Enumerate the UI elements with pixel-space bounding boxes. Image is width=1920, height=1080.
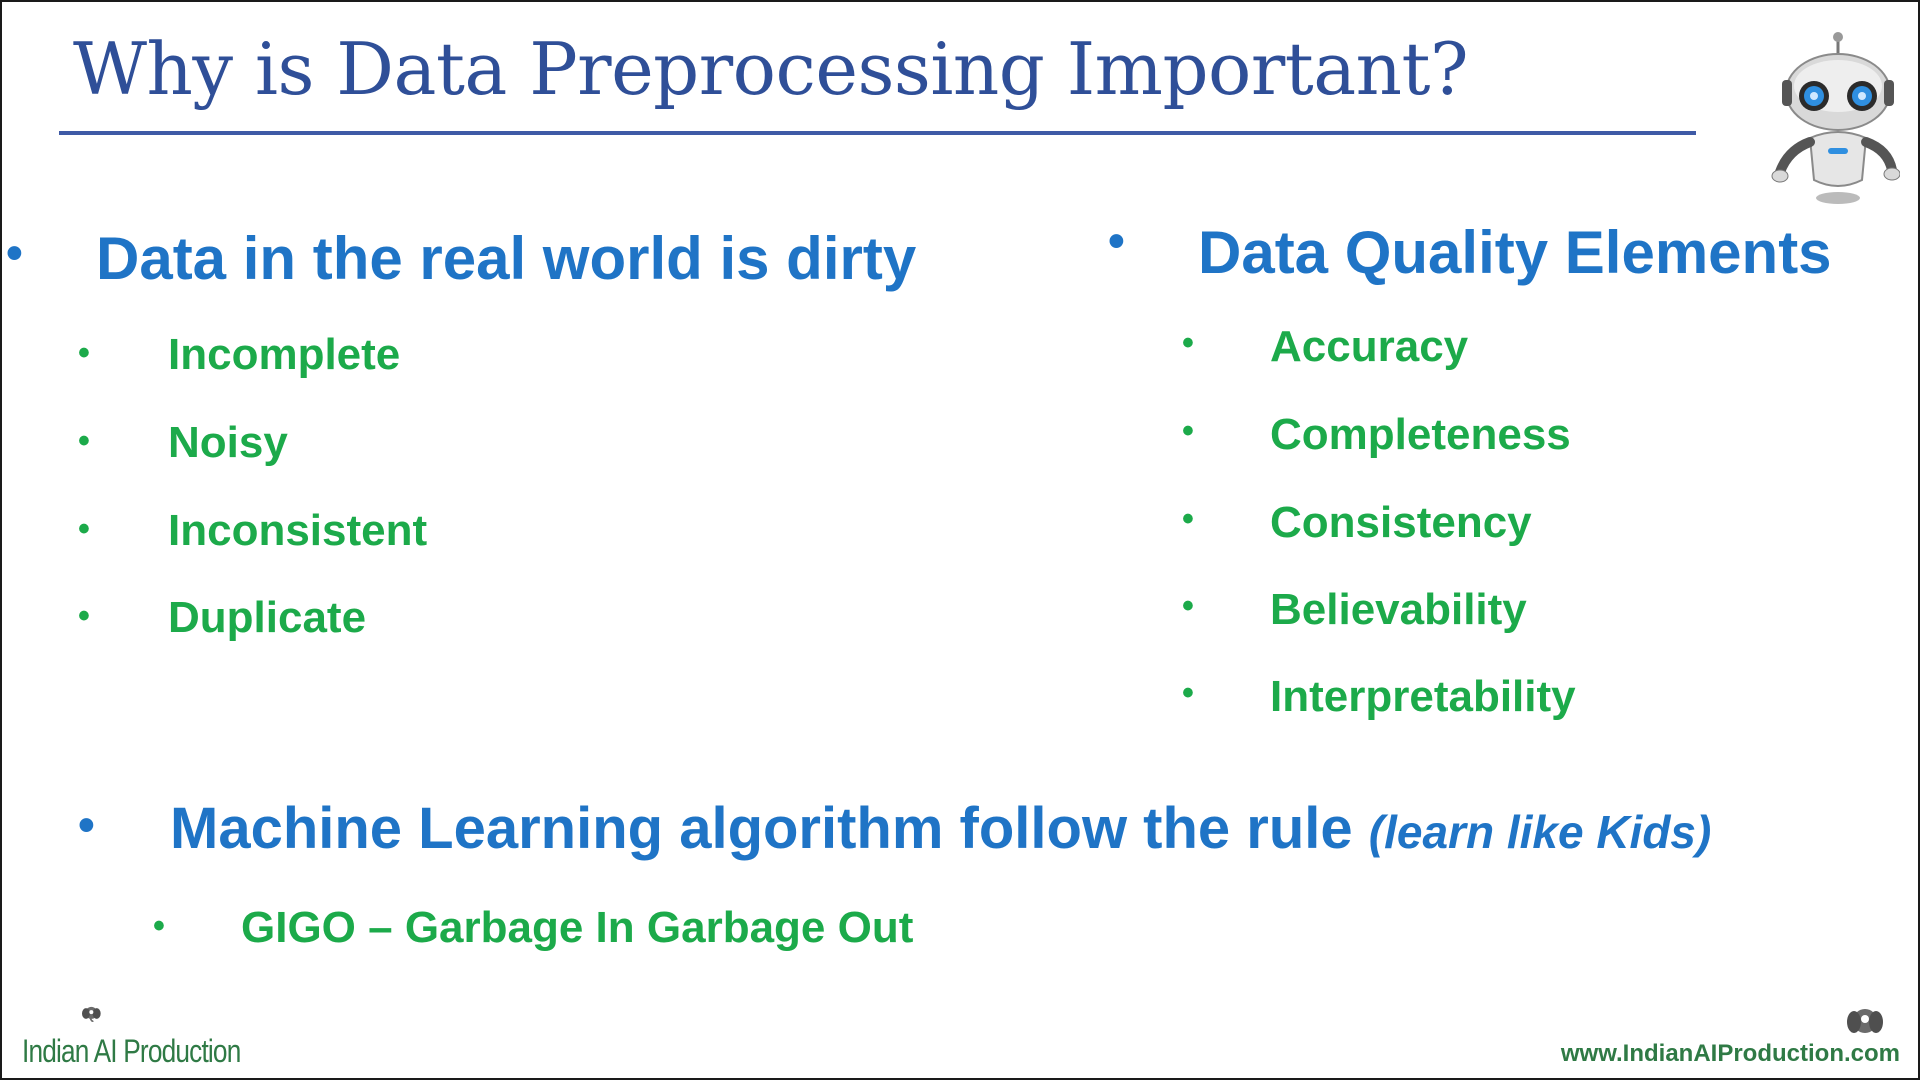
bullet: • xyxy=(1108,215,1125,268)
left-item-3: • Inconsistent xyxy=(78,506,428,555)
right-item-1: • Accuracy xyxy=(1182,322,1469,371)
left-heading-text: Data in the real world is dirty xyxy=(96,225,917,292)
bullet: • xyxy=(78,799,95,852)
bullet: • xyxy=(6,227,23,280)
left-heading: • Data in the real world is dirty xyxy=(6,224,917,293)
left-item-1: • Incomplete xyxy=(78,330,401,379)
bullet: • xyxy=(1182,324,1194,362)
right-heading: • Data Quality Elements xyxy=(1108,215,1832,287)
right-item-3: • Consistency xyxy=(1182,498,1532,547)
bottom-heading: • Machine Learning algorithm follow the … xyxy=(78,796,1712,863)
left-item-2: • Noisy xyxy=(78,418,288,467)
elephant-logo-icon xyxy=(1847,1009,1883,1033)
right-item-4: • Believability xyxy=(1182,585,1527,634)
right-item-5: • Interpretability xyxy=(1182,672,1576,721)
robot-icon xyxy=(1771,32,1900,204)
bottom-item-1: • GIGO – Garbage In Garbage Out xyxy=(153,903,914,952)
right-heading-text: Data Quality Elements xyxy=(1198,219,1832,286)
bullet: • xyxy=(78,510,90,548)
bullet: • xyxy=(1182,500,1194,538)
bottom-heading-note: (learn like Kids) xyxy=(1368,806,1712,858)
bullet: • xyxy=(153,907,165,945)
brand-name: Indian AI Production xyxy=(22,1033,241,1069)
left-item-4: • Duplicate xyxy=(78,593,367,642)
bullet: • xyxy=(1182,587,1194,625)
slide-title: Why is Data Preprocessing Important? xyxy=(73,27,1469,111)
bullet: • xyxy=(78,422,90,460)
bullet: • xyxy=(78,597,90,635)
bullet: • xyxy=(1182,674,1194,712)
right-item-2: • Completeness xyxy=(1182,410,1571,459)
bottom-heading-text: Machine Learning algorithm follow the ru… xyxy=(170,796,1353,861)
bullet: • xyxy=(78,334,90,372)
bullet: • xyxy=(1182,412,1194,450)
elephant-logo-icon xyxy=(82,1006,101,1022)
title-underline xyxy=(59,131,1696,135)
website-url[interactable]: www.IndianAIProduction.com xyxy=(1561,1040,1900,1068)
